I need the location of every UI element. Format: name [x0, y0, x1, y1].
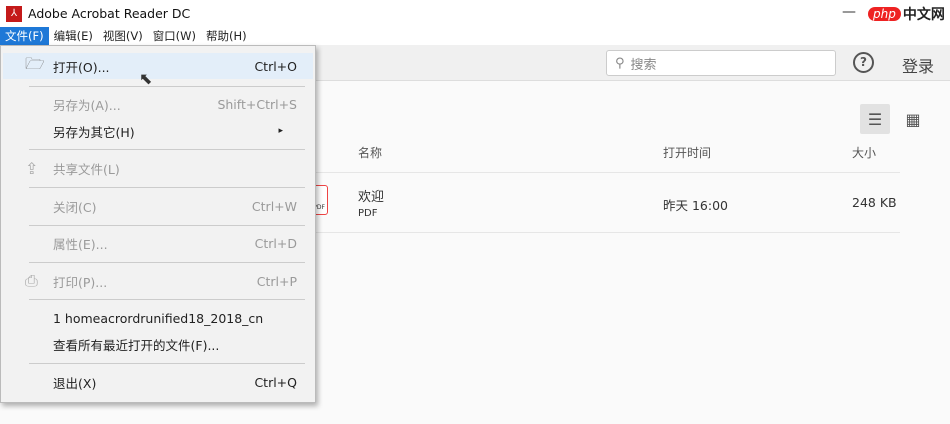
menu-item-close[interactable]: 关闭(C) Ctrl+W — [3, 193, 313, 219]
menu-item-exit[interactable]: 退出(X) Ctrl+Q — [3, 369, 313, 395]
menu-item-recent-file[interactable]: 1 homeacrordrunified18_2018_cn — [3, 305, 313, 331]
minimize-button[interactable]: — — [842, 4, 856, 20]
menu-item-print[interactable]: ⎙ 打印(P)... Ctrl+P — [3, 268, 313, 294]
menu-item-share[interactable]: ⇪ 共享文件(L) — [3, 155, 313, 181]
separator — [29, 149, 305, 150]
list-view-button[interactable]: ☰ — [860, 104, 890, 134]
label: 打开(O)... — [53, 59, 110, 75]
login-button[interactable]: 登录 — [902, 53, 934, 77]
label: 1 homeacrordrunified18_2018_cn — [53, 310, 264, 326]
menu-item-open[interactable]: 🗁 打开(O)... Ctrl+O — [3, 53, 313, 79]
shortcut: Ctrl+P — [256, 273, 297, 289]
search-icon: ⚲ — [615, 55, 625, 71]
label: 另存为(A)... — [53, 97, 121, 113]
menu-item-save-as-other[interactable]: 另存为其它(H) ▸ — [3, 118, 313, 144]
file-opened: 昨天 16:00 — [663, 198, 728, 213]
menu-item-view-all-recent[interactable]: 查看所有最近打开的文件(F)... — [3, 331, 313, 357]
separator — [29, 187, 305, 188]
menu-file[interactable]: 文件(F) — [0, 27, 49, 45]
folder-icon: 🗁 — [25, 53, 45, 73]
mouse-cursor-icon: ⬉ — [139, 69, 153, 88]
menu-bar: 文件(F) 编辑(E) 视图(V) 窗口(W) 帮助(H) — [0, 27, 950, 45]
file-type: PDF — [358, 208, 378, 219]
menu-help[interactable]: 帮助(H) — [201, 27, 252, 45]
menu-item-properties[interactable]: 属性(E)... Ctrl+D — [3, 230, 313, 256]
divider — [316, 232, 900, 233]
acrobat-logo-icon: ⅄ — [6, 5, 22, 22]
label: 另存为其它(H) — [53, 124, 135, 140]
shortcut: Shift+Ctrl+S — [217, 96, 297, 112]
separator — [29, 299, 305, 300]
menu-window[interactable]: 窗口(W) — [148, 27, 201, 45]
search-placeholder: 搜索 — [630, 57, 657, 73]
label: 属性(E)... — [53, 236, 108, 252]
file-menu: 🗁 打开(O)... Ctrl+O 另存为(A)... Shift+Ctrl+S 另存… — [0, 45, 316, 403]
shortcut: Ctrl+D — [254, 235, 297, 251]
shortcut: Ctrl+Q — [254, 374, 297, 390]
column-header-size[interactable]: 大小 — [852, 144, 876, 161]
label: 退出(X) — [53, 375, 97, 391]
file-name: 欢迎 — [358, 190, 385, 205]
label: 查看所有最近打开的文件(F)... — [53, 337, 220, 353]
label: 打印(P)... — [53, 274, 108, 290]
shortcut: Ctrl+W — [251, 198, 297, 214]
share-icon: ⇪ — [25, 158, 39, 178]
column-header-name[interactable]: 名称 — [358, 144, 382, 161]
file-size: 248 KB — [852, 195, 897, 210]
label: 关闭(C) — [53, 199, 97, 215]
menu-edit[interactable]: 编辑(E) — [49, 27, 98, 45]
separator — [29, 262, 305, 263]
help-button[interactable]: ? — [853, 52, 874, 73]
menu-item-save-as[interactable]: 另存为(A)... Shift+Ctrl+S — [3, 91, 313, 117]
search-input[interactable]: ⚲ 搜索 — [606, 50, 836, 76]
watermark-logo: php 中文网 — [868, 4, 945, 24]
shortcut: Ctrl+O — [254, 58, 297, 74]
submenu-arrow-icon: ▸ — [278, 126, 283, 136]
column-header-opened[interactable]: 打开时间 — [663, 144, 711, 161]
separator — [29, 225, 305, 226]
title-bar: ⅄ Adobe Acrobat Reader DC — php 中文网 — [0, 0, 950, 27]
separator — [29, 363, 305, 364]
divider — [316, 172, 900, 173]
grid-icon: ▦ — [905, 109, 921, 129]
label: 共享文件(L) — [53, 161, 120, 177]
window-title: Adobe Acrobat Reader DC — [28, 6, 191, 21]
list-icon: ☰ — [867, 109, 883, 129]
separator — [29, 86, 305, 87]
grid-view-button[interactable]: ▦ — [898, 104, 928, 134]
printer-icon: ⎙ — [25, 271, 38, 290]
menu-view[interactable]: 视图(V) — [98, 27, 148, 45]
